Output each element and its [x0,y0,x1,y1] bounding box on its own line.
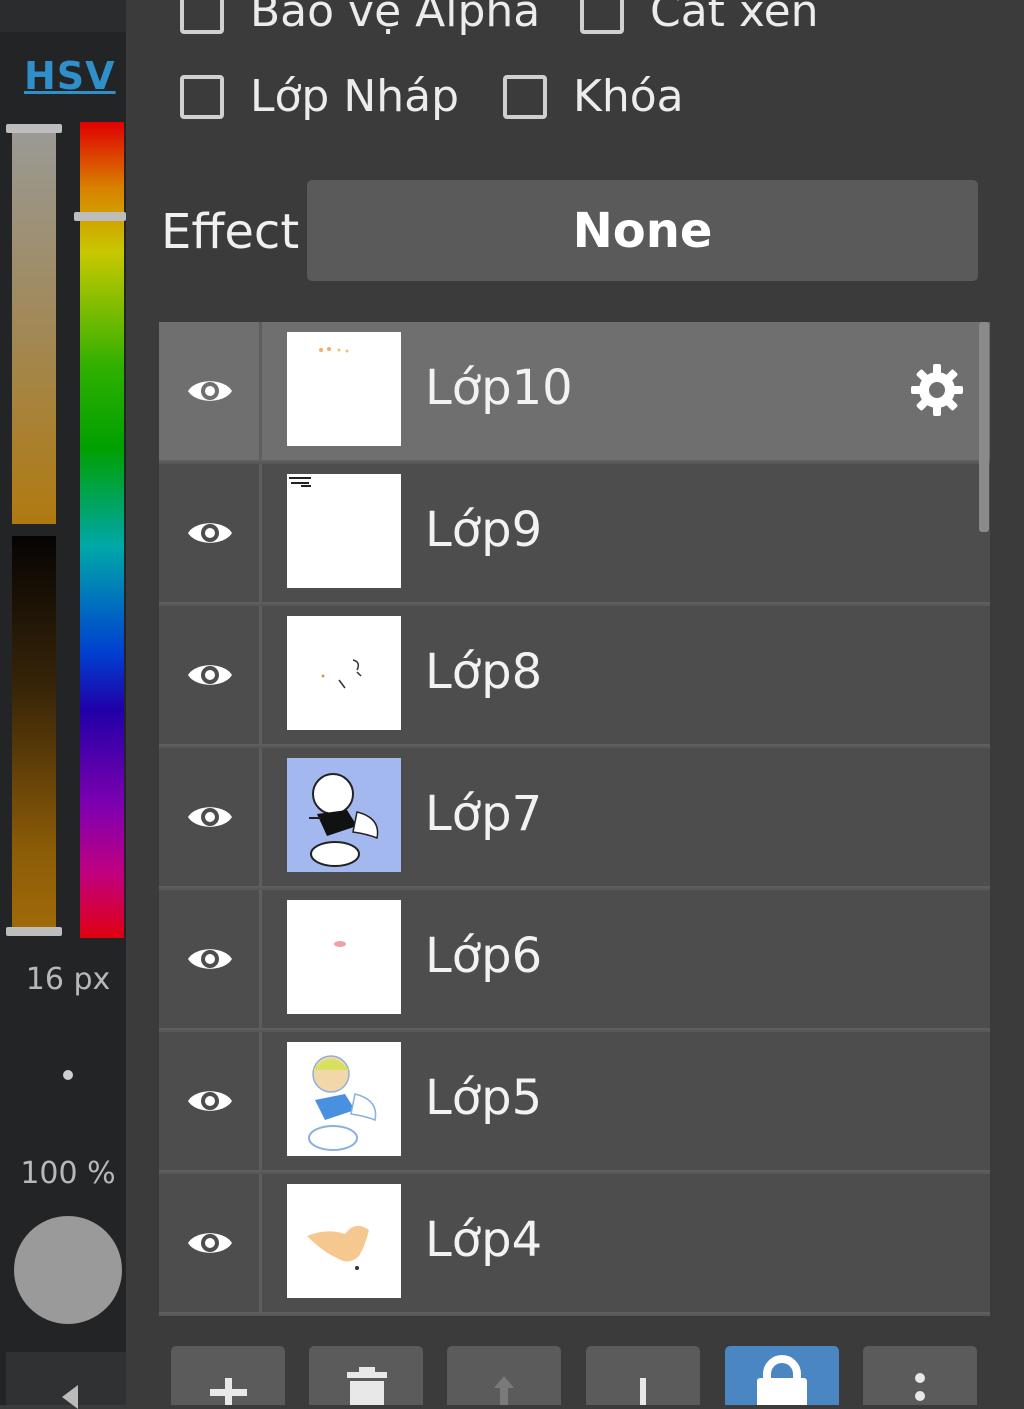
layer-thumbnail [287,616,401,730]
lock-icon [757,1355,807,1405]
eye-icon [188,807,232,827]
clipping-checkbox[interactable] [580,0,624,34]
eye-icon [188,1091,232,1111]
layer-thumbnail [287,332,401,446]
eye-icon [188,1233,232,1253]
color-panel: HSV 16 px 100 % [0,0,126,1409]
brush-size-label[interactable]: 16 px [0,962,136,997]
move-down-icon [640,1378,646,1405]
back-arrow-icon [62,1385,78,1409]
layer-thumbnail [287,474,401,588]
layer-thumbnail [287,1042,401,1156]
layer-row[interactable]: Lớp7 [159,748,990,888]
delete-layer-button[interactable] [309,1346,423,1405]
draft-layer-label: Lớp Nháp [250,71,460,122]
layer-name: Lớp9 [425,502,543,558]
layer-thumbnail [287,1184,401,1298]
add-layer-button[interactable] [171,1346,285,1405]
visibility-toggle[interactable] [159,890,262,1028]
eye-icon [188,949,232,969]
draft-layer-option[interactable]: Lớp Nháp [180,71,459,122]
layer-row[interactable]: Lớp9 [159,464,990,604]
plus-icon [210,1378,247,1405]
lock-layer-button[interactable] [725,1346,839,1405]
more-options-button[interactable] [863,1346,977,1405]
effect-select-button[interactable]: None [307,180,978,281]
layer-row[interactable]: Lớp6 [159,890,990,1030]
layer-row[interactable]: Lớp8 [159,606,990,746]
brightness-slider[interactable] [12,536,56,930]
saturation-slider[interactable] [12,128,56,524]
layer-row[interactable]: Lớp10 [159,322,990,462]
current-color-swatch[interactable] [14,1216,122,1324]
trash-icon [347,1367,387,1405]
visibility-toggle[interactable] [159,1032,262,1170]
eye-icon [188,381,232,401]
visibility-toggle[interactable] [159,322,262,460]
layer-thumbnail [287,758,401,872]
layer-name: Lớp7 [425,786,543,842]
move-layer-up-button[interactable] [447,1346,561,1405]
visibility-toggle[interactable] [159,748,262,886]
lock-option[interactable]: Khóa [503,71,684,122]
lock-checkbox[interactable] [503,74,547,119]
layer-name: Lớp6 [425,928,543,984]
layer-list[interactable]: Lớp10 Lớp9 Lớp8 Lớp7 Lớp6 Lớp5 Lớp4 [159,322,990,1316]
lock-label: Khóa [573,71,684,122]
protect-alpha-checkbox[interactable] [180,0,224,34]
clipping-option[interactable]: Cắt xén [580,0,819,37]
brightness-slider-handle[interactable] [6,927,62,936]
hue-slider[interactable] [80,122,124,938]
move-up-icon [494,1376,514,1405]
layer-name: Lớp10 [425,360,573,416]
more-vertical-icon [915,1373,925,1401]
move-layer-down-button[interactable] [586,1346,700,1405]
color-mode-toggle[interactable]: HSV [24,54,116,98]
visibility-toggle[interactable] [159,464,262,602]
layer-name: Lớp5 [425,1070,543,1126]
protect-alpha-label: Bảo vệ Alpha [250,0,541,37]
hue-slider-handle[interactable] [74,212,126,221]
protect-alpha-option[interactable]: Bảo vệ Alpha [180,0,540,37]
layer-list-scrollbar[interactable] [979,322,989,532]
brush-size-preview [63,1070,73,1080]
draft-layer-checkbox[interactable] [180,74,224,119]
opacity-label[interactable]: 100 % [0,1156,136,1191]
eye-icon [188,523,232,543]
layer-row[interactable]: Lớp4 [159,1174,990,1314]
visibility-toggle[interactable] [159,606,262,744]
eye-icon [188,665,232,685]
effect-label: Effect [161,204,300,260]
layer-row[interactable]: Lớp5 [159,1032,990,1172]
clipping-label: Cắt xén [650,0,819,37]
gear-icon[interactable] [907,360,967,420]
visibility-toggle[interactable] [159,1174,262,1312]
saturation-slider-handle[interactable] [6,124,62,133]
layer-name: Lớp4 [425,1212,543,1268]
layer-name: Lớp8 [425,644,543,700]
layer-thumbnail [287,900,401,1014]
